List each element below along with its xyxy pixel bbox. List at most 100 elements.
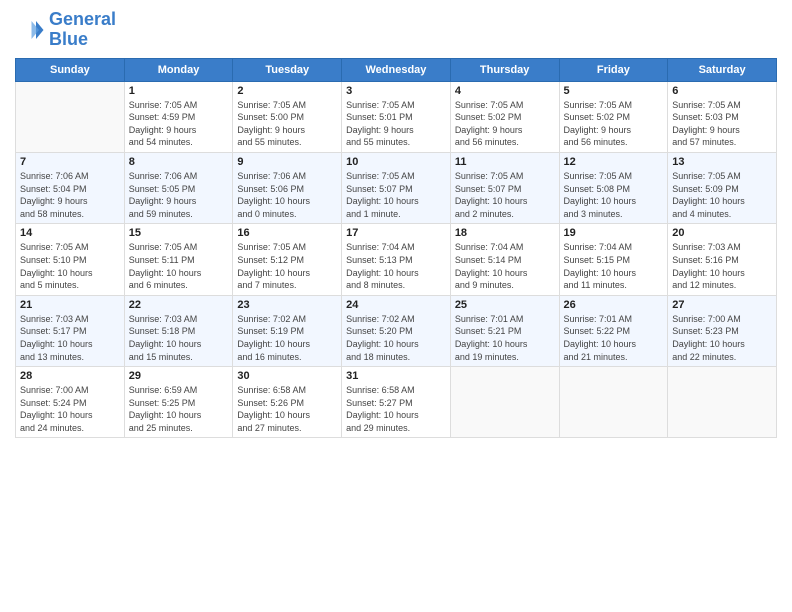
sunset-text: Sunset: 5:07 PM [455,183,555,196]
daylight-text-line1: Daylight: 10 hours [455,195,555,208]
day-number: 4 [455,85,555,97]
day-info: Sunrise: 7:05 AMSunset: 5:11 PMDaylight:… [129,241,229,291]
daylight-text-line2: and 55 minutes. [346,136,446,149]
sunset-text: Sunset: 5:17 PM [20,325,120,338]
daylight-text-line1: Daylight: 10 hours [346,409,446,422]
day-number: 5 [564,85,664,97]
daylight-text-line2: and 12 minutes. [672,279,772,292]
daylight-text-line1: Daylight: 10 hours [564,267,664,280]
sunrise-text: Sunrise: 7:05 AM [129,99,229,112]
day-number: 2 [237,85,337,97]
sunset-text: Sunset: 5:08 PM [564,183,664,196]
sunrise-text: Sunrise: 6:58 AM [346,384,446,397]
day-number: 12 [564,156,664,168]
sunrise-text: Sunrise: 7:05 AM [672,99,772,112]
calendar-cell: 31Sunrise: 6:58 AMSunset: 5:27 PMDayligh… [342,367,451,438]
daylight-text-line1: Daylight: 10 hours [455,267,555,280]
day-info: Sunrise: 7:05 AMSunset: 5:03 PMDaylight:… [672,99,772,149]
calendar-cell: 14 Sunrise: 7:05 AMSunset: 5:10 PMDayligh… [16,224,125,295]
day-info: Sunrise: 7:04 AMSunset: 5:15 PMDaylight:… [564,241,664,291]
daylight-text-line1: Daylight: 10 hours [564,195,664,208]
day-number: 19 [564,227,664,239]
sunset-text: Sunset: 5:14 PM [455,254,555,267]
daylight-text-line2: and 8 minutes. [346,279,446,292]
sunset-text: Sunset: 5:15 PM [564,254,664,267]
day-number: 7 [20,156,120,168]
sunrise-text: Sunrise: 7:01 AM [455,313,555,326]
sunset-text: Sunset: 5:26 PM [237,397,337,410]
sunset-text: Sunset: 5:12 PM [237,254,337,267]
daylight-text-line1: Daylight: 10 hours [20,409,120,422]
day-number: 18 [455,227,555,239]
sunrise-text: Sunrise: 7:05 AM [237,99,337,112]
sunrise-text: Sunrise: 6:59 AM [129,384,229,397]
day-info: Sunrise: 7:05 AMSunset: 5:09 PMDaylight:… [672,170,772,220]
calendar-cell: 24Sunrise: 7:02 AMSunset: 5:20 PMDayligh… [342,295,451,366]
calendar-cell: 21Sunrise: 7:03 AMSunset: 5:17 PMDayligh… [16,295,125,366]
daylight-text-line2: and 5 minutes. [20,279,120,292]
sunset-text: Sunset: 5:00 PM [237,111,337,124]
sunrise-text: Sunrise: 7:06 AM [237,170,337,183]
calendar-cell: 26Sunrise: 7:01 AMSunset: 5:22 PMDayligh… [559,295,668,366]
daylight-text-line1: Daylight: 10 hours [455,338,555,351]
daylight-text-line2: and 21 minutes. [564,351,664,364]
calendar-week-row: 21Sunrise: 7:03 AMSunset: 5:17 PMDayligh… [16,295,777,366]
daylight-text-line2: and 19 minutes. [455,351,555,364]
day-number: 30 [237,370,337,382]
calendar-cell: 17Sunrise: 7:04 AMSunset: 5:13 PMDayligh… [342,224,451,295]
daylight-text-line1: Daylight: 10 hours [129,267,229,280]
calendar-week-row: 14 Sunrise: 7:05 AMSunset: 5:10 PMDayligh… [16,224,777,295]
daylight-text-line1: Daylight: 9 hours [564,124,664,137]
day-info: Sunrise: 7:06 AMSunset: 5:05 PMDaylight:… [129,170,229,220]
daylight-text-line1: Daylight: 10 hours [20,267,120,280]
day-number: 28 [20,370,120,382]
daylight-text-line1: Daylight: 9 hours [20,195,120,208]
weekday-header: Sunday [16,58,125,81]
daylight-text-line1: Daylight: 10 hours [346,338,446,351]
sunrise-text: Sunrise: 7:02 AM [346,313,446,326]
day-number: 14 [20,227,120,239]
daylight-text-line1: Daylight: 10 hours [129,338,229,351]
sunset-text: Sunset: 5:19 PM [237,325,337,338]
weekday-header: Monday [124,58,233,81]
daylight-text-line2: and 54 minutes. [129,136,229,149]
calendar-cell: 4Sunrise: 7:05 AMSunset: 5:02 PMDaylight… [450,81,559,152]
daylight-text-line2: and 25 minutes. [129,422,229,435]
calendar-cell [559,367,668,438]
calendar-cell: 27Sunrise: 7:00 AMSunset: 5:23 PMDayligh… [668,295,777,366]
daylight-text-line2: and 1 minute. [346,208,446,221]
daylight-text-line2: and 56 minutes. [564,136,664,149]
day-number: 22 [129,299,229,311]
day-number: 3 [346,85,446,97]
calendar-cell: 12 Sunrise: 7:05 AMSunset: 5:08 PMDayligh… [559,152,668,223]
daylight-text-line2: and 7 minutes. [237,279,337,292]
calendar-cell: 30Sunrise: 6:58 AMSunset: 5:26 PMDayligh… [233,367,342,438]
sunrise-text: Sunrise: 7:05 AM [672,170,772,183]
logo-text: General Blue [49,10,116,50]
day-info: Sunrise: 7:05 AMSunset: 5:07 PMDaylight:… [455,170,555,220]
daylight-text-line1: Daylight: 9 hours [346,124,446,137]
weekday-header: Tuesday [233,58,342,81]
sunset-text: Sunset: 5:16 PM [672,254,772,267]
day-number: 26 [564,299,664,311]
daylight-text-line2: and 27 minutes. [237,422,337,435]
daylight-text-line1: Daylight: 9 hours [129,195,229,208]
day-number: 16 [237,227,337,239]
calendar-cell: 13Sunrise: 7:05 AMSunset: 5:09 PMDayligh… [668,152,777,223]
daylight-text-line2: and 18 minutes. [346,351,446,364]
daylight-text-line1: Daylight: 9 hours [455,124,555,137]
calendar-week-row: 1Sunrise: 7:05 AMSunset: 4:59 PMDaylight… [16,81,777,152]
day-info: Sunrise: 7:02 AMSunset: 5:20 PMDaylight:… [346,313,446,363]
calendar-cell: 23Sunrise: 7:02 AMSunset: 5:19 PMDayligh… [233,295,342,366]
logo: General Blue [15,10,116,50]
day-info: Sunrise: 7:05 AMSunset: 5:08 PMDaylight:… [564,170,664,220]
sunset-text: Sunset: 5:01 PM [346,111,446,124]
sunset-text: Sunset: 5:21 PM [455,325,555,338]
daylight-text-line2: and 3 minutes. [564,208,664,221]
day-number: 15 [129,227,229,239]
sunset-text: Sunset: 4:59 PM [129,111,229,124]
calendar-cell: 19 Sunrise: 7:04 AMSunset: 5:15 PMDayligh… [559,224,668,295]
calendar-week-row: 7Sunrise: 7:06 AMSunset: 5:04 PMDaylight… [16,152,777,223]
day-info: Sunrise: 7:05 AMSunset: 5:10 PMDaylight:… [20,241,120,291]
sunrise-text: Sunrise: 7:04 AM [346,241,446,254]
